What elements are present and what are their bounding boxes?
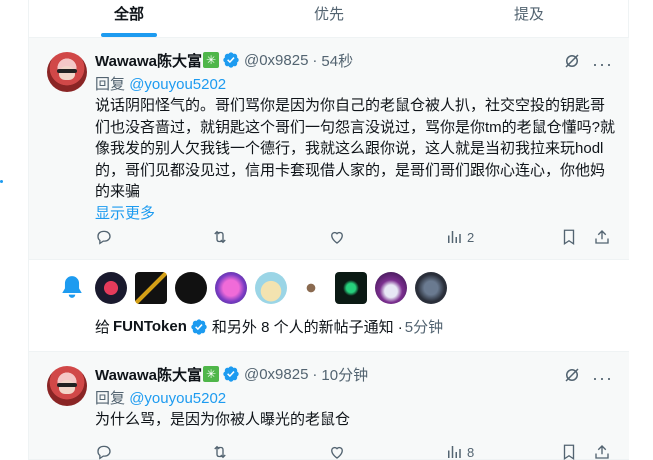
- tweet-header: Wawawa陈大富 ✳ @0x9825 · 54秒: [95, 50, 617, 70]
- tab-all-label: 全部: [113, 6, 144, 23]
- views-button[interactable]: 8: [445, 443, 474, 460]
- avatar[interactable]: [415, 272, 447, 304]
- verified-icon: [223, 52, 239, 68]
- tweet-body: 说话阴阳怪气的。哥们骂你是因为你自己的老鼠仓被人扒，社交空投的钥匙哥们也没吝啬过…: [95, 97, 616, 200]
- bookmark-icon: [563, 444, 575, 460]
- tweet-body: 为什么骂，是因为你被人曝光的老鼠仓: [95, 411, 351, 428]
- tweet-text: 为什么骂，是因为你被人曝光的老鼠仓: [95, 409, 615, 431]
- account-avatars: [95, 272, 447, 304]
- share-button[interactable]: [593, 443, 611, 460]
- tweet-actions: 8: [95, 442, 613, 460]
- timestamp[interactable]: 10分钟: [321, 364, 368, 385]
- avatar[interactable]: [47, 52, 87, 92]
- avatar[interactable]: [295, 272, 327, 304]
- like-icon: [331, 231, 343, 244]
- timeline-column: 全部 优先 提及 Wawawa陈大富 ✳ @0x9825 · 54秒 ··· 回…: [28, 0, 629, 460]
- account-link[interactable]: FUNToken: [113, 318, 187, 335]
- reply-prefix: 回复: [95, 76, 126, 93]
- bookmark-button[interactable]: [560, 228, 578, 246]
- retweet-icon: [214, 230, 226, 244]
- like-button[interactable]: [328, 228, 346, 246]
- tab-priority[interactable]: 优先: [229, 0, 429, 37]
- more-icon[interactable]: ···: [592, 54, 613, 75]
- handle[interactable]: @0x9825: [244, 52, 308, 69]
- like-button[interactable]: [328, 443, 346, 460]
- grok-icon[interactable]: [563, 366, 581, 384]
- scroll-indicator: [0, 180, 3, 183]
- tweet-actions: 2: [95, 227, 613, 247]
- share-button[interactable]: [593, 228, 611, 246]
- separator: ·: [312, 51, 318, 69]
- new-posts-notification[interactable]: 给 FUNToken 和另外 8 个人的新帖子通知 · 5分钟: [29, 260, 629, 352]
- timestamp[interactable]: 54秒: [321, 50, 353, 71]
- notification-tabs: 全部 优先 提及: [29, 0, 629, 38]
- grok-icon[interactable]: [563, 52, 581, 70]
- notif-suffix: 和另外 8 个人的新帖子通知 ·: [211, 319, 403, 336]
- retweet-button[interactable]: [211, 228, 229, 246]
- views-icon: [448, 231, 461, 243]
- reply-button[interactable]: [95, 228, 113, 246]
- separator: ·: [312, 365, 318, 383]
- sparkle-emoji-icon: ✳: [202, 52, 219, 68]
- avatar[interactable]: [47, 366, 87, 406]
- reply-prefix: 回复: [95, 390, 126, 407]
- reply-icon: [97, 230, 111, 245]
- views-button[interactable]: 2: [445, 228, 474, 246]
- show-more-link[interactable]: 显示更多: [95, 205, 155, 222]
- tab-mentions-label: 提及: [513, 6, 544, 23]
- avatar[interactable]: [375, 272, 407, 304]
- handle[interactable]: @0x9825: [244, 366, 308, 383]
- reply-mention-link[interactable]: @youyou5202: [129, 390, 226, 407]
- tab-mentions[interactable]: 提及: [429, 0, 629, 37]
- retweet-icon: [214, 445, 226, 459]
- tweet[interactable]: Wawawa陈大富 ✳ @0x9825 · 10分钟 ··· 回复 @youyo…: [29, 352, 629, 460]
- display-name[interactable]: Wawawa陈大富: [95, 364, 202, 385]
- avatar[interactable]: [215, 272, 247, 304]
- views-icon: [448, 446, 461, 458]
- tweet[interactable]: Wawawa陈大富 ✳ @0x9825 · 54秒 ··· 回复 @youyou…: [29, 38, 629, 260]
- reply-context: 回复 @youyou5202: [95, 73, 226, 94]
- notif-prefix: 给: [95, 319, 111, 336]
- bookmark-icon: [563, 229, 575, 246]
- avatar[interactable]: [95, 272, 127, 304]
- tab-all[interactable]: 全部: [29, 0, 229, 37]
- sparkle-emoji-icon: ✳: [202, 366, 219, 382]
- reply-button[interactable]: [95, 443, 113, 460]
- tweet-header: Wawawa陈大富 ✳ @0x9825 · 10分钟: [95, 364, 617, 384]
- like-icon: [331, 446, 343, 459]
- share-icon: [595, 445, 609, 459]
- bookmark-button[interactable]: [560, 443, 578, 460]
- more-icon[interactable]: ···: [592, 368, 613, 389]
- avatar[interactable]: [255, 272, 287, 304]
- avatar[interactable]: [335, 272, 367, 304]
- reply-context: 回复 @youyou5202: [95, 387, 226, 408]
- reply-mention-link[interactable]: @youyou5202: [129, 76, 226, 93]
- reply-icon: [97, 445, 111, 460]
- avatar[interactable]: [135, 272, 167, 304]
- verified-icon: [223, 366, 239, 382]
- display-name[interactable]: Wawawa陈大富: [95, 50, 202, 71]
- bell-icon: [62, 276, 82, 298]
- tab-priority-label: 优先: [313, 6, 344, 23]
- avatar[interactable]: [175, 272, 207, 304]
- tweet-text: 说话阴阳怪气的。哥们骂你是因为你自己的老鼠仓被人扒，社交空投的钥匙哥们也没吝啬过…: [95, 95, 615, 224]
- notif-time: 5分钟: [404, 319, 444, 336]
- retweet-button[interactable]: [211, 443, 229, 460]
- views-count: 2: [467, 229, 475, 245]
- share-icon: [595, 230, 609, 244]
- views-count: 8: [467, 444, 475, 460]
- notification-text: 给 FUNToken 和另外 8 个人的新帖子通知 · 5分钟: [95, 316, 443, 337]
- verified-icon: [191, 318, 207, 335]
